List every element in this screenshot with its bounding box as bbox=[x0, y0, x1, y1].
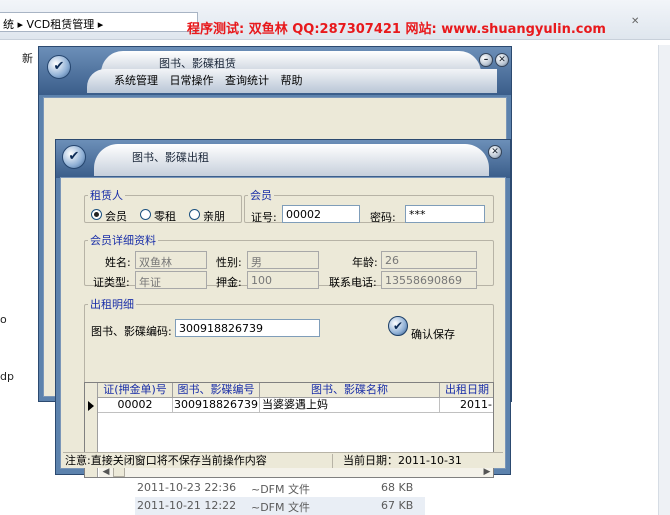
explorer-close-icon[interactable]: ✕ bbox=[631, 16, 639, 27]
main-titlebar[interactable]: ✔ 图书、影碟租赁 系统管理 日常操作 查询统计 帮助 – ✕ bbox=[39, 47, 511, 95]
deposit-label: 押金: bbox=[216, 276, 242, 289]
file-size: 67 KB bbox=[381, 499, 414, 512]
name-label: 姓名: bbox=[105, 256, 131, 269]
age-label: 年龄: bbox=[352, 256, 378, 269]
item-code-label: 图书、影碟编码: bbox=[91, 325, 172, 338]
test-banner: 程序测试: 双鱼林 QQ:287307421 网站: www.shuangyul… bbox=[187, 22, 606, 37]
radio-member-label[interactable]: 会员 bbox=[105, 208, 127, 224]
table-cell[interactable]: 00002 bbox=[98, 398, 173, 413]
radio-casual-label[interactable]: 零租 bbox=[154, 208, 176, 224]
details-legend: 会员详细资料 bbox=[90, 234, 156, 247]
table-cell[interactable]: 300918826739 bbox=[173, 398, 260, 413]
current-row-indicator-icon bbox=[88, 401, 94, 411]
card-label: 证号: bbox=[251, 211, 277, 224]
file-type: ~DFM 文件 bbox=[251, 483, 311, 496]
password-label: 密码: bbox=[370, 211, 396, 224]
file-row[interactable]: 2011-10-23 22:36 ~DFM 文件 68 KB bbox=[135, 479, 425, 497]
gender-field: 男 bbox=[247, 251, 319, 269]
rental-legend: 出租明细 bbox=[90, 298, 134, 311]
address-bar[interactable]: 统 ▸ VCD租赁管理 ▸ bbox=[0, 12, 198, 32]
confirm-save-icon[interactable]: ✔ bbox=[388, 316, 408, 336]
age-field: 26 bbox=[381, 251, 477, 269]
card-number-input[interactable]: 00002 bbox=[282, 205, 360, 223]
menu-help[interactable]: 帮助 bbox=[281, 74, 303, 87]
file-type: ~DFM 文件 bbox=[251, 501, 311, 514]
list-fragment: o bbox=[0, 313, 7, 326]
table-cell[interactable]: 2011- bbox=[440, 398, 493, 413]
name-field: 双鱼林 bbox=[135, 251, 207, 269]
file-row[interactable]: 2011-10-21 12:22 ~DFM 文件 67 KB bbox=[135, 497, 425, 515]
status-note: 注意:直接关闭窗口将不保存当前操作内容 bbox=[63, 454, 333, 468]
list-fragment: dp bbox=[0, 370, 14, 383]
explorer-scrollbar[interactable] bbox=[658, 45, 670, 515]
radio-friend-label[interactable]: 亲朋 bbox=[203, 208, 225, 224]
confirm-save-button[interactable]: 确认保存 bbox=[411, 326, 455, 342]
breadcrumb-arrow-icon: ▸ bbox=[17, 18, 27, 31]
item-code-input[interactable]: 300918826739 bbox=[175, 319, 320, 337]
phone-field: 13558690869 bbox=[381, 271, 477, 289]
main-window-title: 图书、影碟租赁 bbox=[159, 57, 236, 70]
file-date: 2011-10-21 12:22 bbox=[137, 499, 237, 512]
app-logo-icon[interactable]: ✔ bbox=[47, 55, 71, 79]
address-prefix: 统 bbox=[3, 18, 14, 31]
minimize-icon[interactable]: – bbox=[479, 53, 493, 67]
grid-header-code[interactable]: 图书、影碟编号 bbox=[173, 383, 260, 398]
status-date: 当前日期：2011-10-31 bbox=[343, 454, 462, 467]
idtype-label: 证类型: bbox=[93, 276, 130, 289]
grid-header-date[interactable]: 出租日期 bbox=[440, 383, 493, 398]
radio-casual[interactable] bbox=[140, 209, 151, 220]
dialog-title: 图书、影碟出租 bbox=[132, 151, 209, 164]
radio-friend[interactable] bbox=[189, 209, 200, 220]
password-input[interactable]: *** bbox=[405, 205, 485, 223]
breadcrumb-arrow-icon: ▸ bbox=[97, 18, 104, 31]
grid-header-card[interactable]: 证(押金单)号 bbox=[98, 383, 173, 398]
menu-query[interactable]: 查询统计 bbox=[225, 74, 269, 87]
address-path: VCD租赁管理 bbox=[26, 18, 95, 31]
grid-header-name[interactable]: 图书、影碟名称 bbox=[260, 383, 440, 398]
main-menubar: 系统管理 日常操作 查询统计 帮助 bbox=[114, 72, 311, 88]
scroll-thumb[interactable] bbox=[113, 467, 125, 477]
phone-label: 联系电话: bbox=[329, 276, 377, 289]
deposit-field: 100 bbox=[247, 271, 319, 289]
menu-daily[interactable]: 日常操作 bbox=[170, 74, 214, 87]
file-size: 68 KB bbox=[381, 481, 414, 494]
radio-member[interactable] bbox=[91, 209, 102, 220]
gender-label: 性别: bbox=[216, 256, 242, 269]
status-bar: 注意:直接关闭窗口将不保存当前操作内容 当前日期：2011-10-31 bbox=[63, 452, 503, 468]
explorer-toolbar: 统 ▸ VCD租赁管理 ▸ 程序测试: 双鱼林 QQ:287307421 网站:… bbox=[0, 0, 670, 40]
member-legend: 会员 bbox=[250, 189, 272, 202]
close-icon[interactable]: ✕ bbox=[495, 53, 509, 67]
file-date: 2011-10-23 22:36 bbox=[137, 481, 237, 494]
explorer-new-button[interactable]: 新 bbox=[22, 50, 33, 66]
menu-system[interactable]: 系统管理 bbox=[114, 74, 158, 87]
dialog-close-icon[interactable]: ✕ bbox=[488, 145, 502, 159]
idtype-field: 年证 bbox=[135, 271, 207, 289]
dialog-client-area: 租赁人 会员 零租 亲朋 会员 证号: 00002 密码: *** 会员详细资料… bbox=[60, 177, 506, 478]
table-cell[interactable]: 当婆婆遇上妈 bbox=[260, 398, 440, 413]
dialog-titlebar[interactable]: ✔ 图书、影碟出租 ✕ bbox=[56, 140, 510, 178]
renter-legend: 租赁人 bbox=[90, 189, 123, 202]
rental-dialog: ✔ 图书、影碟出租 ✕ 租赁人 会员 零租 亲朋 会员 证号: 00002 密码… bbox=[55, 139, 511, 478]
dialog-logo-icon[interactable]: ✔ bbox=[62, 145, 86, 169]
